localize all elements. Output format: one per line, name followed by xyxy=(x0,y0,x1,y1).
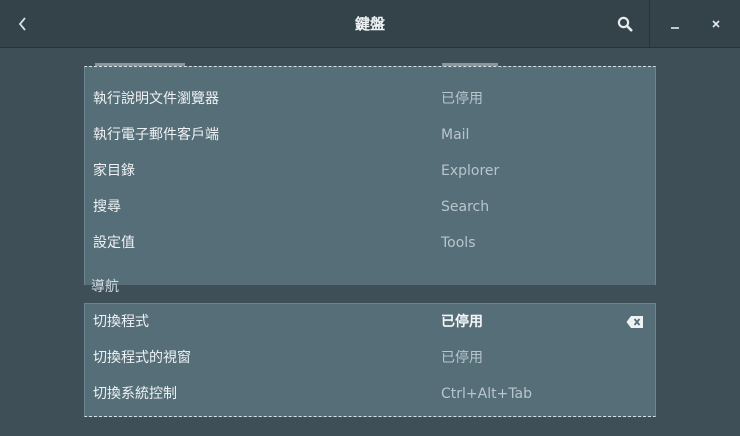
shortcut-name: 切換程式 xyxy=(93,314,149,330)
section-title-navigation: 導航 xyxy=(91,279,119,295)
minimize-icon xyxy=(671,27,679,29)
shortcut-accelerator: 已停用 xyxy=(441,91,483,107)
list-item[interactable]: 設定值 Tools xyxy=(85,225,655,261)
shortcut-accelerator: Mail xyxy=(441,127,470,143)
shortcuts-scroll-area[interactable]: 執行說明文件瀏覽器 已停用 執行電子郵件客戶端 Mail 家目錄 Explore… xyxy=(0,48,740,436)
close-button[interactable] xyxy=(702,10,730,38)
header-bar: 鍵盤 xyxy=(0,0,740,48)
shortcut-name: 家目錄 xyxy=(93,163,135,179)
shortcut-accelerator: 已停用 xyxy=(441,314,483,330)
cut-text-fragment xyxy=(95,63,185,66)
search-icon xyxy=(617,16,633,32)
shortcut-name: 搜尋 xyxy=(93,199,121,215)
shortcut-accelerator: Ctrl+Alt+Tab xyxy=(441,386,533,402)
launchers-list: 執行說明文件瀏覽器 已停用 執行電子郵件客戶端 Mail 家目錄 Explore… xyxy=(84,63,656,285)
shortcut-name: 執行電子郵件客戶端 xyxy=(93,127,219,143)
shortcut-accelerator: 已停用 xyxy=(441,350,483,366)
list-item-selected[interactable]: 切換程式 已停用 xyxy=(85,304,655,340)
list-item[interactable]: 切換系統控制 Ctrl+Alt+Tab xyxy=(85,376,655,412)
minimize-button[interactable] xyxy=(661,10,689,38)
list-item[interactable]: 家目錄 Explorer xyxy=(85,153,655,189)
shortcut-accelerator: Explorer xyxy=(441,163,500,179)
back-button[interactable] xyxy=(8,8,38,40)
shortcut-accelerator: Tools xyxy=(441,235,476,251)
list-item[interactable]: 搜尋 Search xyxy=(85,189,655,225)
cut-text-fragment xyxy=(442,63,498,66)
shortcut-accelerator: Search xyxy=(441,199,490,215)
shortcut-name: 執行說明文件瀏覽器 xyxy=(93,91,219,107)
shortcut-name: 切換程式的視窗 xyxy=(93,350,191,366)
list-item[interactable]: 執行說明文件瀏覽器 已停用 xyxy=(85,81,655,117)
shortcut-name: 設定值 xyxy=(93,235,135,251)
close-icon xyxy=(712,20,720,28)
shortcut-name: 切換系統控制 xyxy=(93,386,177,402)
list-item[interactable]: 切換程式的視窗 已停用 xyxy=(85,340,655,376)
search-button[interactable] xyxy=(608,8,642,40)
scrolled-off-row xyxy=(85,56,655,68)
edit-clear-icon[interactable] xyxy=(626,315,644,329)
go-previous-icon xyxy=(18,17,26,31)
navigation-list: 切換程式 已停用 切換程式的視窗 已停用 切換系統控制 Ctrl+Alt+Tab xyxy=(84,303,656,417)
header-separator xyxy=(649,0,650,48)
list-item[interactable]: 執行電子郵件客戶端 Mail xyxy=(85,117,655,153)
